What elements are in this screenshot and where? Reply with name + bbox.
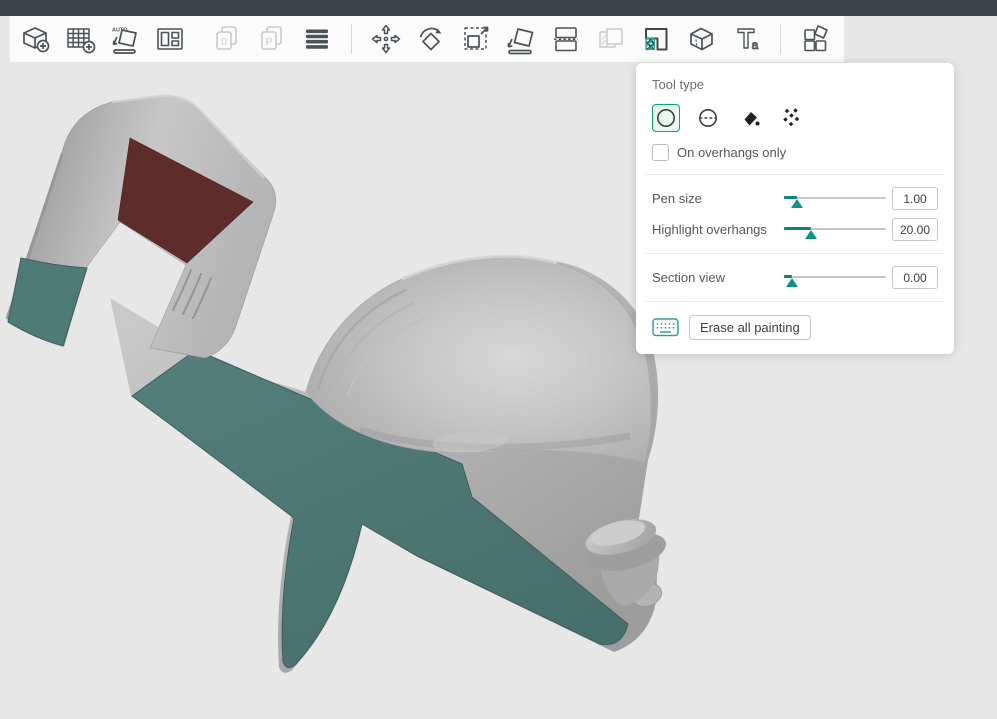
section-view-slider[interactable] xyxy=(784,270,886,286)
circle-tool-icon xyxy=(654,106,678,130)
section-view-value[interactable]: 0.00 xyxy=(892,266,938,289)
slider-handle[interactable] xyxy=(791,199,803,208)
place-on-face-icon[interactable] xyxy=(503,21,539,57)
toolbar-separator xyxy=(780,24,781,54)
panel-divider xyxy=(646,253,944,254)
seam-painting-icon[interactable] xyxy=(683,21,719,57)
text-shape-icon[interactable]: a xyxy=(728,21,764,57)
erase-all-painting-button[interactable]: Erase all painting xyxy=(689,315,811,340)
fill-tool-icon xyxy=(738,106,762,130)
svg-text:P: P xyxy=(265,36,272,48)
arm-tip-teal xyxy=(8,258,87,346)
highlight-overhangs-slider[interactable] xyxy=(784,222,886,238)
tool-fill[interactable] xyxy=(736,104,764,132)
slider-handle[interactable] xyxy=(786,278,798,287)
highlight-overhangs-row: Highlight overhangs 20.00 xyxy=(652,214,938,245)
title-bar xyxy=(0,0,997,16)
keyboard-shortcut-icon[interactable] xyxy=(652,316,680,338)
gap-fill-tool-icon xyxy=(780,106,804,130)
scale-icon[interactable] xyxy=(458,21,494,57)
tool-type-row xyxy=(652,104,938,132)
on-overhangs-only-row[interactable]: On overhangs only xyxy=(652,144,938,161)
erase-row: Erase all painting xyxy=(652,312,938,342)
on-overhangs-only-checkbox[interactable] xyxy=(652,144,669,161)
section-view-label: Section view xyxy=(652,270,778,285)
split-to-parts-icon[interactable]: P xyxy=(254,21,290,57)
highlight-overhangs-value[interactable]: 20.00 xyxy=(892,218,938,241)
variable-layer-height-icon[interactable] xyxy=(299,21,335,57)
pen-size-row: Pen size 1.00 xyxy=(652,183,938,214)
assembly-view-icon[interactable] xyxy=(797,21,833,57)
tool-sphere[interactable] xyxy=(694,104,722,132)
tool-gap-fill[interactable] xyxy=(778,104,806,132)
support-paint-panel: Tool type xyxy=(636,63,954,354)
svg-text:a: a xyxy=(752,38,759,52)
pen-size-value[interactable]: 1.00 xyxy=(892,187,938,210)
tool-circle[interactable] xyxy=(652,104,680,132)
rotate-icon[interactable] xyxy=(413,21,449,57)
split-to-objects-icon[interactable]: 0 xyxy=(209,21,245,57)
add-object-icon[interactable] xyxy=(17,21,53,57)
svg-text:0: 0 xyxy=(221,36,227,48)
app-window: AUTO 0 P xyxy=(0,0,997,719)
cut-icon[interactable] xyxy=(548,21,584,57)
pen-size-slider[interactable] xyxy=(784,191,886,207)
panel-divider xyxy=(646,174,944,175)
move-icon[interactable] xyxy=(368,21,404,57)
highlight-overhangs-label: Highlight overhangs xyxy=(652,222,778,237)
on-overhangs-only-label: On overhangs only xyxy=(677,145,786,160)
arrange-icon[interactable] xyxy=(152,21,188,57)
pen-size-label: Pen size xyxy=(652,191,778,206)
toolbar-separator xyxy=(351,24,352,54)
sphere-tool-icon xyxy=(696,106,720,130)
slider-track xyxy=(784,276,886,278)
panel-divider xyxy=(646,301,944,302)
section-view-row: Section view 0.00 xyxy=(652,262,938,293)
printed-model xyxy=(6,96,670,673)
panel-title: Tool type xyxy=(652,77,938,92)
model-bowl xyxy=(306,256,651,462)
auto-orient-icon[interactable]: AUTO xyxy=(107,21,143,57)
add-plate-icon[interactable] xyxy=(62,21,98,57)
support-painting-icon[interactable] xyxy=(638,21,674,57)
slider-handle[interactable] xyxy=(805,230,817,239)
mesh-boolean-icon[interactable] xyxy=(593,21,629,57)
main-toolbar: AUTO 0 P xyxy=(10,16,844,62)
